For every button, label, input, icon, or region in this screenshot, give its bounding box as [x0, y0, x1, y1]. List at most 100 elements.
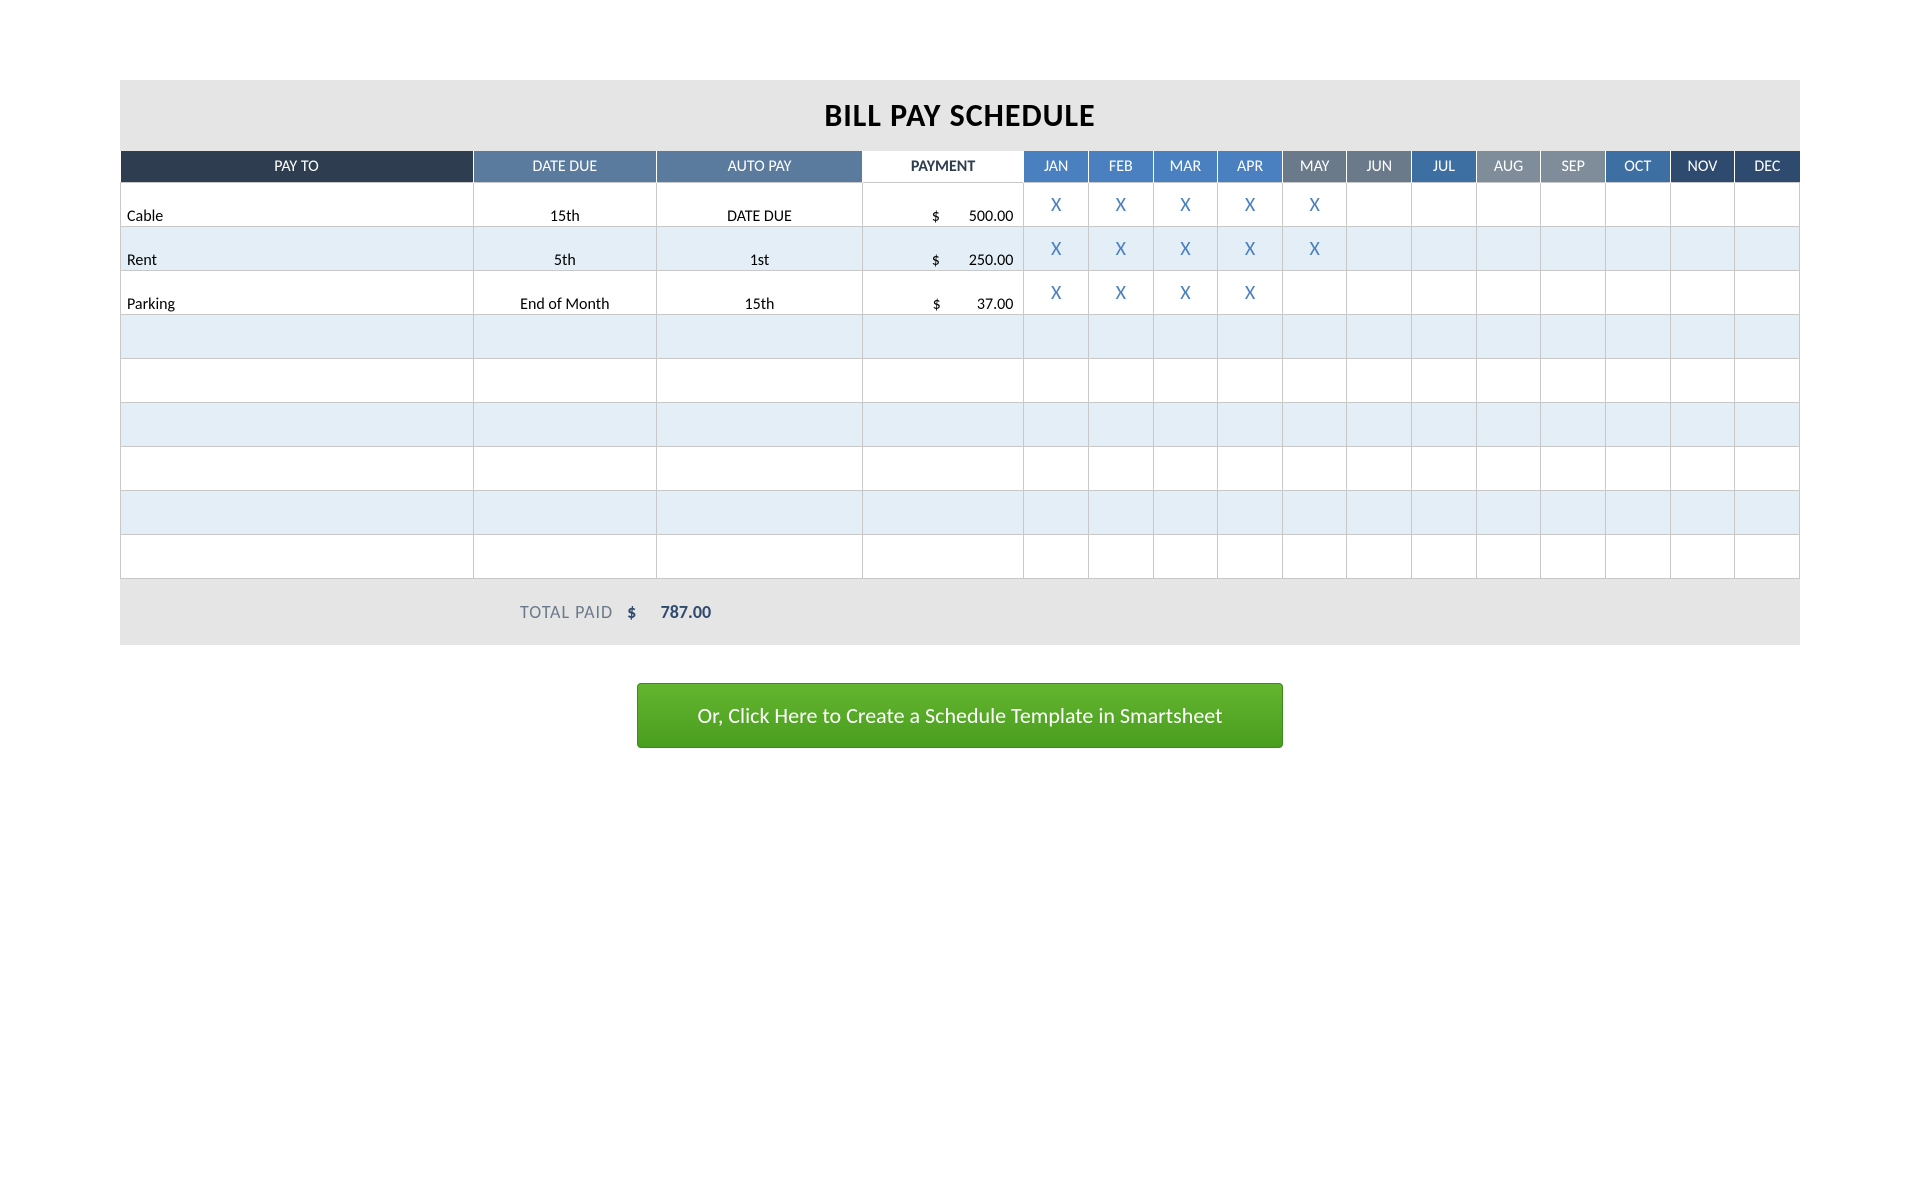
cell-month-sep[interactable] — [1541, 491, 1606, 535]
cell-month-feb[interactable] — [1088, 359, 1153, 403]
cell-month-nov[interactable] — [1670, 447, 1735, 491]
cell-datedue[interactable]: 15th — [473, 183, 657, 227]
cell-month-feb[interactable]: X — [1088, 271, 1153, 315]
cell-month-jun[interactable] — [1347, 491, 1412, 535]
cell-month-mar[interactable] — [1153, 447, 1218, 491]
cell-autopay[interactable] — [657, 315, 863, 359]
cell-month-nov[interactable] — [1670, 271, 1735, 315]
cell-month-aug[interactable] — [1476, 359, 1541, 403]
cell-month-oct[interactable] — [1605, 271, 1670, 315]
cell-month-aug[interactable] — [1476, 403, 1541, 447]
cell-month-may[interactable] — [1282, 535, 1347, 579]
cell-month-may[interactable] — [1282, 315, 1347, 359]
cell-month-nov[interactable] — [1670, 359, 1735, 403]
cell-month-aug[interactable] — [1476, 227, 1541, 271]
cell-month-sep[interactable] — [1541, 359, 1606, 403]
cell-payment[interactable]: $ 500.00 — [862, 183, 1024, 227]
cell-month-oct[interactable] — [1605, 403, 1670, 447]
cell-month-nov[interactable] — [1670, 403, 1735, 447]
cell-month-apr[interactable] — [1218, 447, 1283, 491]
cell-payment[interactable] — [862, 447, 1024, 491]
cell-month-jul[interactable] — [1412, 183, 1477, 227]
cell-month-apr[interactable] — [1218, 535, 1283, 579]
cell-datedue[interactable] — [473, 491, 657, 535]
cell-month-jan[interactable] — [1024, 403, 1089, 447]
cell-month-apr[interactable] — [1218, 403, 1283, 447]
cell-month-feb[interactable] — [1088, 315, 1153, 359]
cell-payment[interactable] — [862, 491, 1024, 535]
cell-month-dec[interactable] — [1735, 447, 1800, 491]
cell-month-dec[interactable] — [1735, 227, 1800, 271]
cell-autopay[interactable]: 15th — [657, 271, 863, 315]
cell-month-dec[interactable] — [1735, 359, 1800, 403]
cell-month-aug[interactable] — [1476, 183, 1541, 227]
cell-datedue[interactable] — [473, 447, 657, 491]
cell-payto[interactable] — [121, 315, 474, 359]
cell-month-apr[interactable]: X — [1218, 183, 1283, 227]
cell-month-sep[interactable] — [1541, 447, 1606, 491]
cell-month-mar[interactable]: X — [1153, 271, 1218, 315]
cell-month-mar[interactable] — [1153, 315, 1218, 359]
cell-month-dec[interactable] — [1735, 403, 1800, 447]
cell-month-mar[interactable]: X — [1153, 227, 1218, 271]
cell-month-jan[interactable] — [1024, 359, 1089, 403]
cell-month-apr[interactable] — [1218, 359, 1283, 403]
cell-month-jul[interactable] — [1412, 359, 1477, 403]
cell-payto[interactable]: Cable — [121, 183, 474, 227]
cell-payment[interactable] — [862, 359, 1024, 403]
cell-payto[interactable] — [121, 491, 474, 535]
cell-autopay[interactable]: DATE DUE — [657, 183, 863, 227]
cell-payment[interactable]: $ 37.00 — [862, 271, 1024, 315]
cell-month-may[interactable] — [1282, 359, 1347, 403]
cell-payment[interactable]: $ 250.00 — [862, 227, 1024, 271]
cell-month-dec[interactable] — [1735, 271, 1800, 315]
cell-month-apr[interactable]: X — [1218, 227, 1283, 271]
cell-payto[interactable]: Parking — [121, 271, 474, 315]
cell-month-mar[interactable]: X — [1153, 183, 1218, 227]
cell-month-may[interactable] — [1282, 271, 1347, 315]
cell-month-jul[interactable] — [1412, 271, 1477, 315]
cell-payment[interactable] — [862, 403, 1024, 447]
cell-month-dec[interactable] — [1735, 491, 1800, 535]
cell-month-feb[interactable]: X — [1088, 227, 1153, 271]
cell-month-dec[interactable] — [1735, 315, 1800, 359]
cell-month-apr[interactable] — [1218, 315, 1283, 359]
cell-month-may[interactable]: X — [1282, 227, 1347, 271]
cell-month-jul[interactable] — [1412, 491, 1477, 535]
cell-month-oct[interactable] — [1605, 183, 1670, 227]
cell-datedue[interactable]: End of Month — [473, 271, 657, 315]
cell-month-jul[interactable] — [1412, 403, 1477, 447]
cell-month-jun[interactable] — [1347, 227, 1412, 271]
cell-payment[interactable] — [862, 315, 1024, 359]
cell-month-dec[interactable] — [1735, 535, 1800, 579]
cell-payment[interactable] — [862, 535, 1024, 579]
cell-month-jun[interactable] — [1347, 447, 1412, 491]
cell-month-may[interactable] — [1282, 403, 1347, 447]
cell-month-sep[interactable] — [1541, 183, 1606, 227]
cell-month-nov[interactable] — [1670, 227, 1735, 271]
cell-datedue[interactable] — [473, 403, 657, 447]
cell-month-jan[interactable] — [1024, 315, 1089, 359]
cell-month-oct[interactable] — [1605, 491, 1670, 535]
cell-month-jan[interactable] — [1024, 491, 1089, 535]
cell-month-jan[interactable]: X — [1024, 183, 1089, 227]
cell-month-jan[interactable] — [1024, 535, 1089, 579]
cell-payto[interactable] — [121, 535, 474, 579]
cell-month-nov[interactable] — [1670, 315, 1735, 359]
cell-month-feb[interactable] — [1088, 447, 1153, 491]
cell-month-jul[interactable] — [1412, 535, 1477, 579]
cell-datedue[interactable] — [473, 535, 657, 579]
cell-month-feb[interactable] — [1088, 535, 1153, 579]
cell-month-mar[interactable] — [1153, 535, 1218, 579]
cell-month-mar[interactable] — [1153, 403, 1218, 447]
cell-autopay[interactable] — [657, 491, 863, 535]
cell-autopay[interactable] — [657, 535, 863, 579]
cell-month-sep[interactable] — [1541, 535, 1606, 579]
cell-datedue[interactable]: 5th — [473, 227, 657, 271]
cell-month-jun[interactable] — [1347, 183, 1412, 227]
cell-autopay[interactable] — [657, 447, 863, 491]
cell-autopay[interactable]: 1st — [657, 227, 863, 271]
cell-datedue[interactable] — [473, 359, 657, 403]
cell-month-aug[interactable] — [1476, 271, 1541, 315]
cell-month-may[interactable]: X — [1282, 183, 1347, 227]
